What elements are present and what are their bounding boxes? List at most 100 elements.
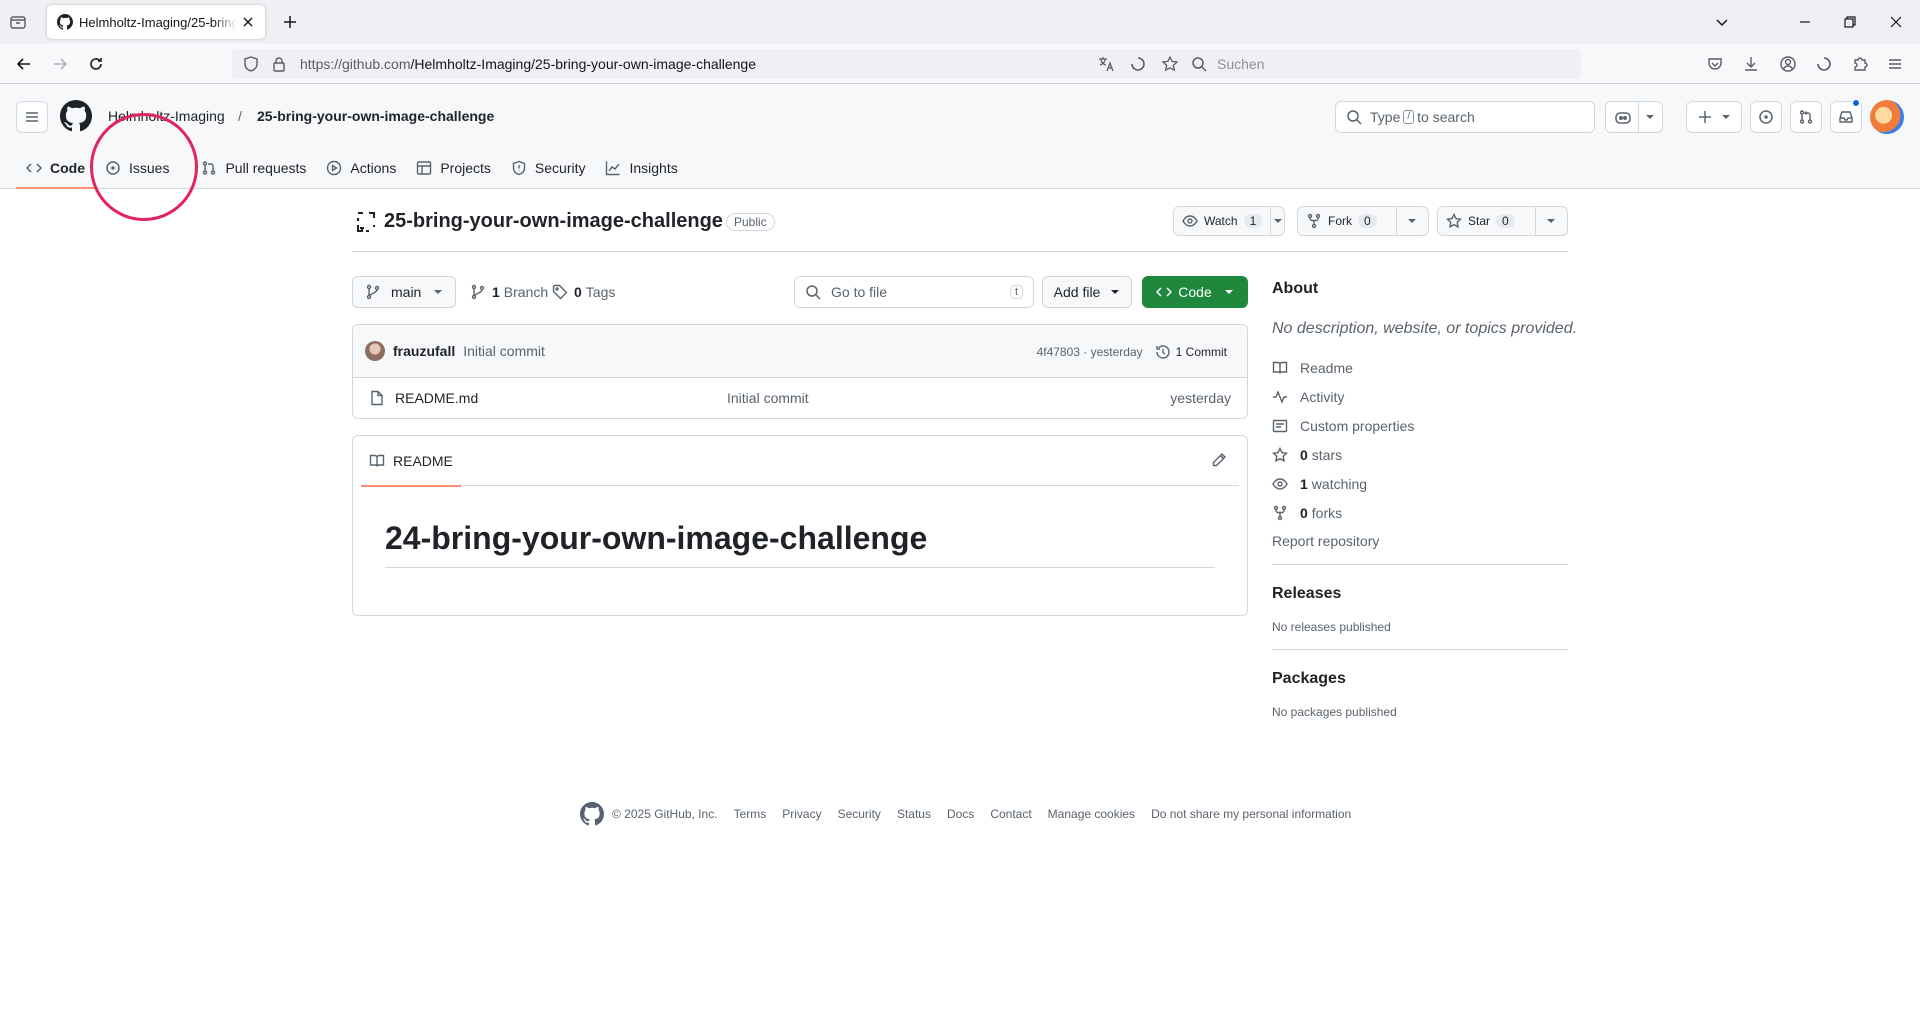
sidebar-item-watching[interactable]: 1 watching — [1272, 469, 1568, 498]
sidebar-item-forks[interactable]: 0 forks — [1272, 498, 1568, 527]
footer-link-manage-cookies[interactable]: Manage cookies — [1048, 807, 1135, 821]
readme-tab[interactable]: README — [361, 436, 461, 487]
stars-count: 0 — [1300, 446, 1308, 463]
readme-heading: 24-bring-your-own-image-challenge — [385, 520, 1215, 568]
browser-search-bar[interactable]: Suchen — [1181, 49, 1581, 79]
tab-actions[interactable]: Actions — [316, 148, 406, 188]
fork-button[interactable]: Fork 0 — [1297, 206, 1429, 236]
commit-author[interactable]: frauzufall — [393, 343, 455, 359]
play-icon — [327, 160, 342, 176]
downloads-icon[interactable] — [1741, 54, 1761, 74]
avatar[interactable] — [1870, 100, 1904, 134]
tracking-shield-icon[interactable] — [242, 55, 260, 73]
translate-icon[interactable] — [1097, 55, 1115, 73]
tab-projects-label: Projects — [440, 160, 491, 176]
lock-icon[interactable] — [270, 55, 288, 73]
footer-link-docs[interactable]: Docs — [947, 807, 974, 821]
pull-requests-global-button[interactable] — [1790, 101, 1822, 133]
issues-global-button[interactable] — [1750, 101, 1782, 133]
search-suffix: to search — [1417, 109, 1475, 125]
branch-select-button[interactable]: main — [352, 276, 456, 308]
browser-tab-active[interactable]: Helmholtz-Imaging/25-bring-your-own-imag… — [47, 5, 265, 39]
bookmark-star-icon[interactable] — [1161, 55, 1179, 73]
footer-link-do-not-share[interactable]: Do not share my personal information — [1151, 807, 1351, 821]
star-button[interactable]: Star 0 — [1437, 206, 1568, 236]
copilot-button[interactable] — [1605, 101, 1663, 133]
code-icon — [26, 163, 42, 173]
table-row[interactable]: README.md Initial commit yesterday — [353, 378, 1247, 418]
account-icon[interactable] — [1778, 54, 1798, 74]
footer-link-terms[interactable]: Terms — [734, 807, 767, 821]
pocket-icon[interactable] — [1705, 54, 1725, 74]
add-file-button[interactable]: Add file — [1042, 276, 1132, 308]
repo-name[interactable]: 25-bring-your-own-image-challenge — [384, 210, 723, 233]
url-bar[interactable]: https://github.com/Helmholtz-Imaging/25-… — [232, 49, 1187, 79]
commits-link[interactable]: 1 Commit — [1155, 344, 1227, 360]
pencil-icon[interactable] — [1211, 452, 1227, 468]
releases-title[interactable]: Releases — [1272, 585, 1568, 603]
sidebar-item-custom-properties[interactable]: Custom properties — [1272, 411, 1568, 440]
tab-issues[interactable]: Issues — [95, 148, 179, 188]
close-window-icon[interactable] — [1886, 12, 1906, 32]
tags-link[interactable]: 0 Tags — [552, 284, 615, 300]
footer-link-privacy[interactable]: Privacy — [782, 807, 821, 821]
close-tab-icon[interactable] — [241, 15, 255, 29]
breadcrumb-owner[interactable]: Helmholtz-Imaging — [108, 108, 225, 124]
tab-code-label: Code — [50, 160, 85, 176]
search-prefix: Type — [1370, 109, 1401, 125]
commit-hash-time[interactable]: 4f47803 · yesterday — [1037, 345, 1143, 359]
sidebar-item-label: Custom properties — [1300, 417, 1415, 434]
stars-label: stars — [1311, 446, 1343, 463]
tag-count: 0 — [574, 284, 582, 300]
footer-copyright: © 2025 GitHub, Inc. — [612, 807, 718, 821]
commit-message[interactable]: Initial commit — [463, 343, 545, 359]
note-icon — [1272, 419, 1288, 432]
tab-pull-requests[interactable]: Pull requests — [191, 148, 316, 188]
code-button[interactable]: Code — [1142, 276, 1248, 308]
chevron-down-icon — [1722, 115, 1730, 119]
sidebar-item-activity[interactable]: Activity — [1272, 382, 1568, 411]
avatar[interactable] — [365, 341, 385, 361]
tab-projects[interactable]: Projects — [406, 148, 501, 188]
file-icon — [371, 390, 383, 406]
watch-dropdown[interactable] — [1271, 216, 1284, 226]
file-name[interactable]: README.md — [395, 390, 478, 406]
star-dropdown[interactable] — [1536, 216, 1567, 226]
branch-count: 1 — [492, 284, 500, 300]
table-icon — [417, 161, 432, 175]
footer-link-contact[interactable]: Contact — [990, 807, 1031, 821]
eye-icon — [1182, 215, 1198, 227]
book-icon — [1272, 361, 1288, 374]
breadcrumb-repo[interactable]: 25-bring-your-own-image-challenge — [257, 108, 494, 124]
reload-icon[interactable] — [86, 54, 106, 74]
sidebar-item-stars[interactable]: 0 stars — [1272, 440, 1568, 469]
file-commit-message[interactable]: Initial commit — [727, 390, 809, 406]
tab-list-icon[interactable] — [8, 12, 32, 32]
watch-button[interactable]: Watch 1 — [1173, 206, 1285, 236]
forward-icon[interactable] — [50, 54, 70, 74]
report-repository-link[interactable]: Report repository — [1272, 533, 1568, 549]
back-icon[interactable] — [14, 54, 34, 74]
tab-insights[interactable]: Insights — [595, 148, 687, 188]
extensions-icon[interactable] — [1850, 54, 1870, 74]
app-menu-icon[interactable] — [1885, 54, 1905, 74]
github-logo-icon[interactable] — [60, 100, 92, 132]
tab-overflow-chevron-icon[interactable] — [1712, 12, 1732, 32]
footer-link-security[interactable]: Security — [838, 807, 881, 821]
tab-security[interactable]: Security — [501, 148, 596, 188]
packages-title[interactable]: Packages — [1272, 670, 1568, 688]
sidebar-item-readme[interactable]: Readme — [1272, 353, 1568, 382]
fork-dropdown[interactable] — [1397, 216, 1428, 226]
tab-code[interactable]: Code — [16, 148, 95, 189]
open-menu-button[interactable] — [16, 101, 48, 133]
github-logo-icon[interactable] — [580, 802, 604, 826]
footer-link-status[interactable]: Status — [897, 807, 931, 821]
header-search-input[interactable]: Type / to search — [1335, 101, 1595, 133]
branches-link[interactable]: 1 Branch — [470, 284, 548, 300]
new-tab-icon[interactable] — [280, 12, 300, 32]
go-to-file-input[interactable]: Go to file t — [794, 276, 1034, 308]
create-new-button[interactable] — [1686, 101, 1742, 133]
github-favicon-icon — [57, 14, 73, 30]
restore-icon[interactable] — [1840, 12, 1860, 32]
minimize-icon[interactable] — [1795, 12, 1815, 32]
